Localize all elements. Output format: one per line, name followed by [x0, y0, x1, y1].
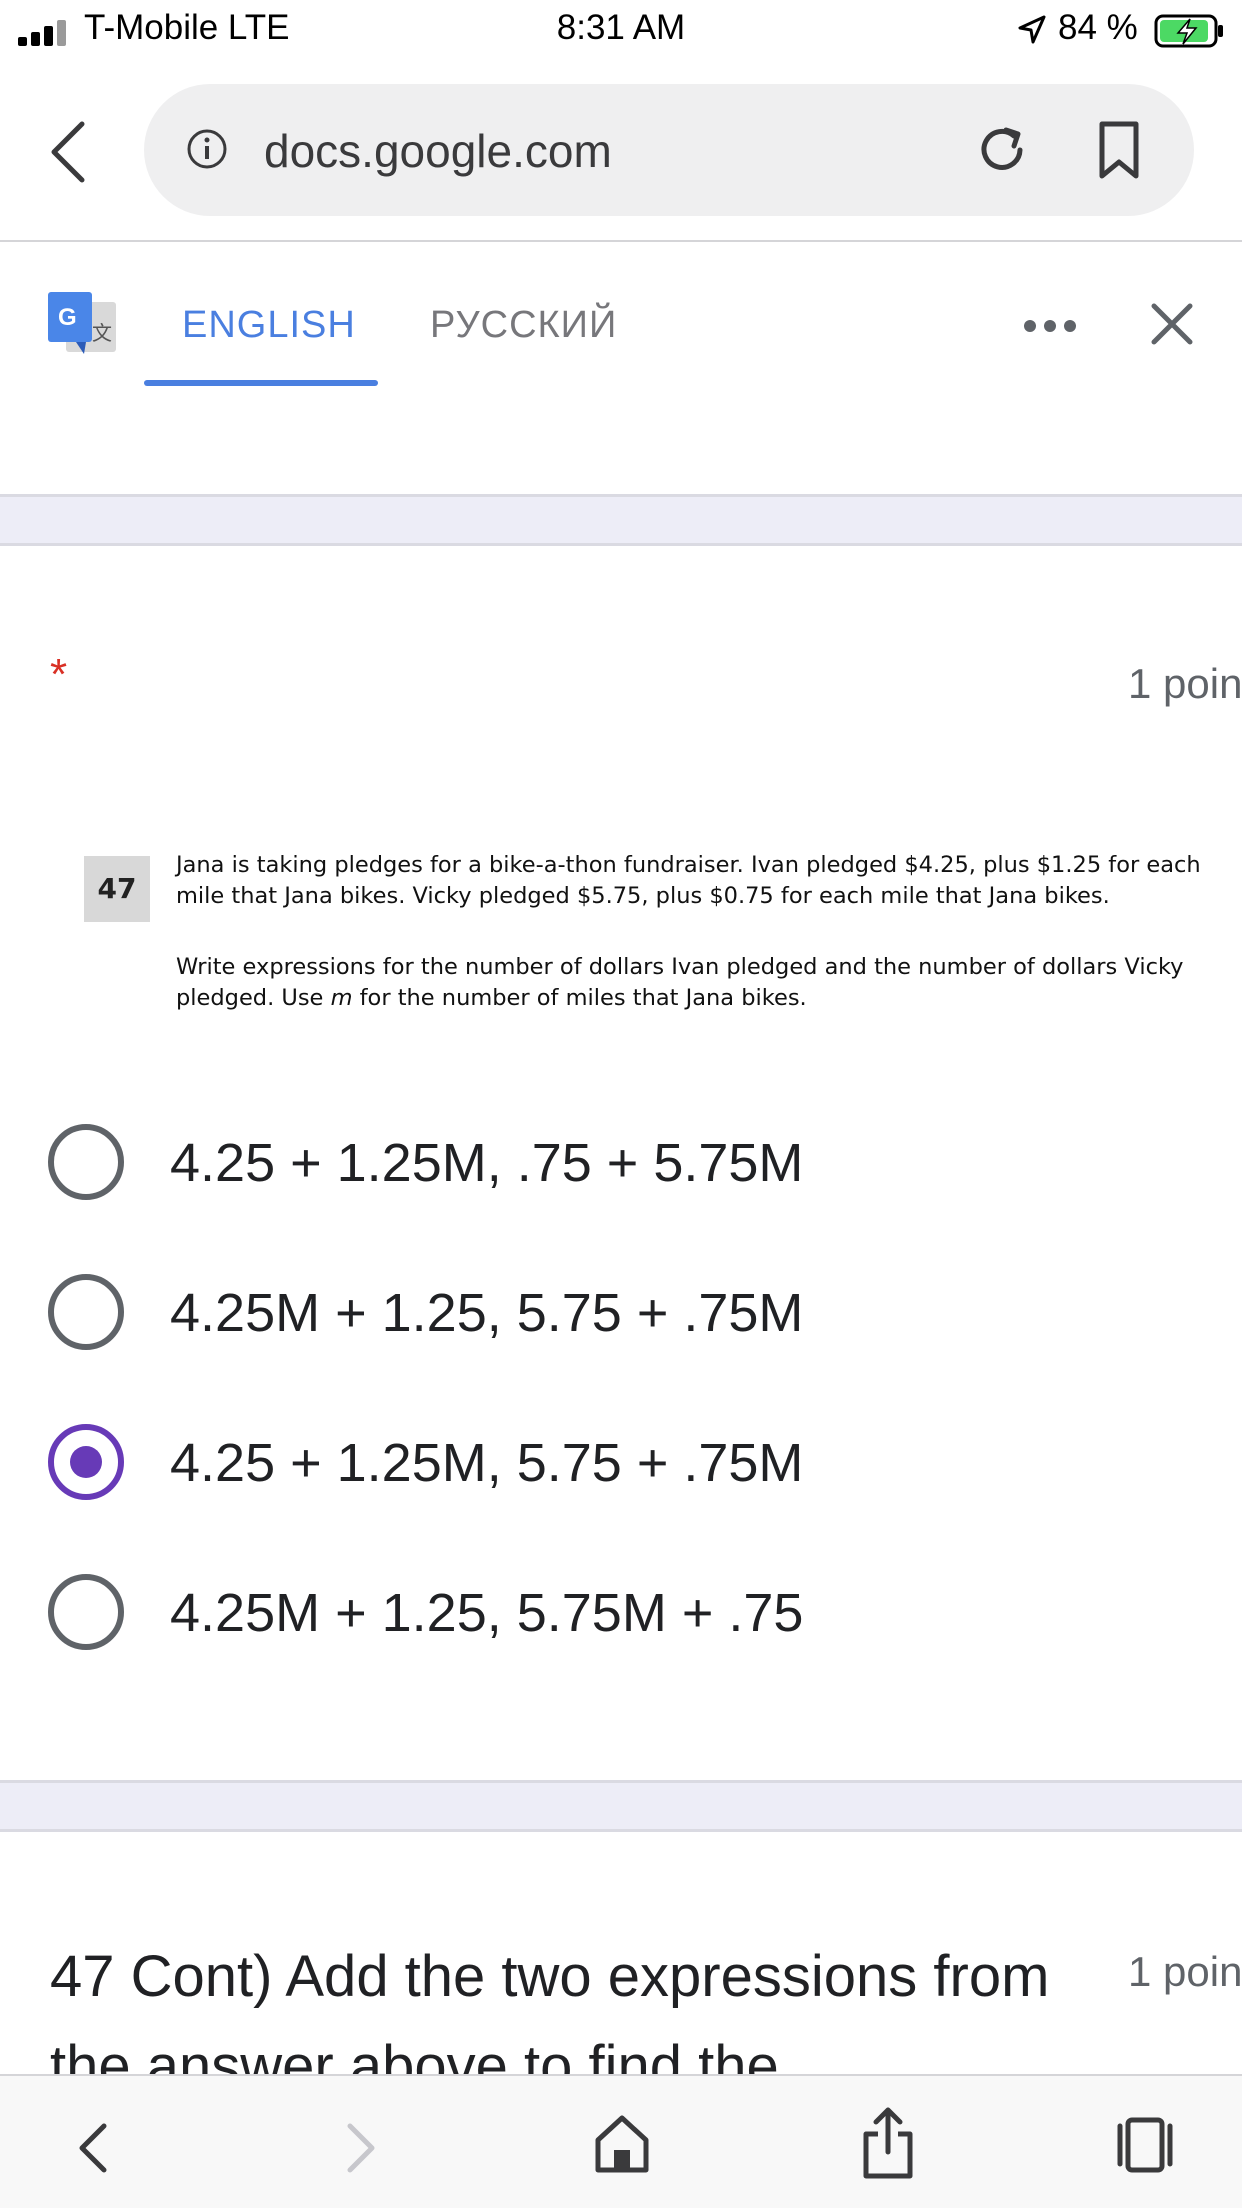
- google-translate-icon: G 文: [48, 292, 116, 354]
- bookmark-icon[interactable]: [1096, 120, 1142, 180]
- location-arrow-icon: [1018, 15, 1046, 44]
- status-bar: T-Mobile LTE 8:31 AM 84 %: [0, 0, 1242, 62]
- question-text-paragraph-1: Jana is taking pledges for a bike-a-thon…: [176, 852, 1201, 909]
- question-text-paragraph-2: Write expressions for the number of doll…: [176, 952, 1216, 1014]
- tab-russian[interactable]: РУССКИЙ: [430, 304, 617, 347]
- tab-english[interactable]: ENGLISH: [182, 304, 356, 347]
- question-image: 47 Jana is taking pledges for a bike-a-t…: [80, 850, 1210, 1030]
- question-text-part: for the number of miles that Jana bikes.: [352, 985, 807, 1011]
- translate-bar: G 文 ENGLISH РУССКИЙ: [0, 242, 1242, 494]
- answer-option-3[interactable]: 4.25 + 1.25M, 5.75 + .75M: [48, 1424, 1148, 1514]
- more-options-icon[interactable]: [1022, 318, 1078, 334]
- svg-text:G: G: [58, 304, 77, 331]
- tabs-icon[interactable]: [1114, 2116, 1176, 2174]
- answer-option-2[interactable]: 4.25M + 1.25, 5.75 + .75M: [48, 1274, 1148, 1364]
- radio-button[interactable]: [48, 1124, 124, 1200]
- status-time: 8:31 AM: [556, 8, 686, 47]
- option-label: 4.25 + 1.25M, .75 + 5.75M: [170, 1133, 804, 1193]
- question-points: 1 point: [1128, 660, 1242, 707]
- radio-button[interactable]: [48, 1574, 124, 1650]
- battery-charging-icon: [1154, 14, 1223, 48]
- next-question-points: 1 point: [1128, 1948, 1242, 1995]
- radio-button-selected[interactable]: [48, 1424, 124, 1500]
- option-label: 4.25 + 1.25M, 5.75 + .75M: [170, 1433, 804, 1493]
- required-asterisk: *: [50, 650, 68, 699]
- info-icon[interactable]: [186, 128, 228, 170]
- svg-text:文: 文: [92, 321, 112, 345]
- browser-back-icon[interactable]: [48, 120, 88, 184]
- share-icon[interactable]: [862, 2106, 914, 2180]
- reload-icon[interactable]: [974, 122, 1030, 178]
- answer-option-4[interactable]: 4.25M + 1.25, 5.75M + .75: [48, 1574, 1148, 1664]
- browser-address-bar: docs.google.com: [0, 62, 1242, 242]
- question-number: 47: [84, 856, 150, 922]
- option-label: 4.25M + 1.25, 5.75M + .75: [170, 1583, 804, 1643]
- radio-selected-dot: [70, 1446, 102, 1478]
- variable-m: m: [330, 985, 353, 1011]
- back-icon[interactable]: [78, 2122, 108, 2174]
- section-divider: [0, 494, 1242, 546]
- url-text: docs.google.com: [264, 125, 612, 177]
- close-icon[interactable]: [1150, 302, 1194, 346]
- option-label: 4.25M + 1.25, 5.75 + .75M: [170, 1283, 804, 1343]
- active-tab-indicator: [144, 380, 378, 386]
- url-field[interactable]: docs.google.com: [144, 84, 1194, 216]
- forward-icon[interactable]: [346, 2122, 376, 2174]
- radio-button[interactable]: [48, 1274, 124, 1350]
- browser-toolbar: [0, 2074, 1242, 2208]
- home-icon[interactable]: [594, 2114, 650, 2174]
- answer-option-1[interactable]: 4.25 + 1.25M, .75 + 5.75M: [48, 1124, 1148, 1214]
- battery-percentage: 84 %: [1058, 8, 1138, 47]
- section-divider: [0, 1780, 1242, 1832]
